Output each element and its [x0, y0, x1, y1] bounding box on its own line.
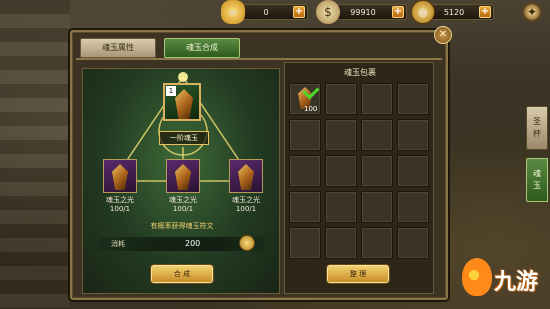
- bag-grid: 100: [289, 83, 431, 263]
- money-bag-icon: $: [316, 0, 340, 24]
- soul-jade-light-icon: [112, 164, 128, 190]
- bag-slot[interactable]: [361, 119, 393, 151]
- tab-soul-jade-synthesis[interactable]: 魂玉合成: [164, 38, 240, 58]
- jiuyou-watermark-logo: 九游: [462, 258, 548, 298]
- gold-ingot-icon: ▰: [221, 0, 245, 24]
- soul-jade-light-icon: [175, 164, 191, 190]
- bag-slot[interactable]: [397, 191, 429, 223]
- tab-soul-jade-attributes[interactable]: 魂玉属性: [80, 38, 156, 58]
- currency-coin: ● 5120 +: [411, 0, 494, 24]
- bag-slot[interactable]: [325, 155, 357, 187]
- bag-slot[interactable]: [361, 191, 393, 223]
- bag-slot[interactable]: [361, 155, 393, 187]
- soul-jade-panel: 魂玉属性 魂玉合成 ✕ 1 一阶魂玉 魂玉之光 100/1 魂玉之光 100/1…: [70, 26, 452, 300]
- sort-button[interactable]: 整 理: [327, 265, 389, 283]
- bag-slot[interactable]: [325, 119, 357, 151]
- material-name-1: 魂玉之光: [106, 196, 134, 204]
- watermark-text: 九游: [494, 270, 539, 295]
- coin-icon: ●: [411, 0, 435, 24]
- result-slot[interactable]: 1: [163, 83, 201, 121]
- result-tier-badge: 1: [166, 86, 176, 96]
- add-money-button[interactable]: +: [392, 6, 404, 18]
- bag-slot[interactable]: [325, 83, 357, 115]
- material-name-3: 魂玉之光: [232, 196, 260, 204]
- gear-icon[interactable]: ✦: [522, 2, 542, 22]
- material-name-2: 魂玉之光: [169, 196, 197, 204]
- bag-slot[interactable]: [397, 155, 429, 187]
- bag-slot[interactable]: [397, 119, 429, 151]
- bag-slot[interactable]: [397, 83, 429, 115]
- add-gold-ingot-button[interactable]: +: [293, 6, 305, 18]
- add-coin-button[interactable]: +: [479, 6, 491, 18]
- bag-slot[interactable]: [325, 191, 357, 223]
- result-name: 一阶魂玉: [159, 131, 209, 145]
- close-icon[interactable]: ✕: [434, 26, 452, 44]
- soul-jade-bag: 魂玉包裹 100 整 理: [284, 62, 434, 294]
- side-tab-label: 魂 玉: [533, 169, 541, 190]
- material-count-3: 100/1: [235, 205, 257, 213]
- side-tab-label: 圣 杯: [533, 117, 541, 138]
- bag-slot[interactable]: [361, 227, 393, 259]
- cost-value: 200: [185, 239, 201, 248]
- material-slot-3[interactable]: [229, 159, 263, 193]
- side-tab-holy-grail[interactable]: 圣 杯: [526, 106, 548, 150]
- material-count-2: 100/1: [172, 205, 194, 213]
- synthesis-hint: 有概率获得魂玉符文: [150, 222, 214, 230]
- side-tab-soul-jade[interactable]: 魂 玉: [526, 158, 548, 202]
- cost-label: 消耗: [111, 240, 125, 248]
- soul-jade-crystal-icon: [175, 89, 193, 119]
- bag-slot[interactable]: [289, 119, 321, 151]
- jiuyou-mascot-icon: [462, 258, 492, 296]
- bag-slot[interactable]: [325, 227, 357, 259]
- material-slot-2[interactable]: [166, 159, 200, 193]
- bag-slot[interactable]: [361, 83, 393, 115]
- cost-row: 消耗 200: [99, 235, 265, 251]
- bag-slot[interactable]: [289, 155, 321, 187]
- coin-icon: [239, 235, 255, 251]
- bag-slot[interactable]: [289, 227, 321, 259]
- material-slot-1[interactable]: [103, 159, 137, 193]
- bag-slot[interactable]: 100: [289, 83, 321, 115]
- compose-button[interactable]: 合 成: [151, 265, 213, 283]
- bag-title: 魂玉包裹: [344, 68, 376, 77]
- soul-jade-light-icon: [238, 164, 254, 190]
- bag-slot[interactable]: [397, 227, 429, 259]
- material-count-1: 100/1: [109, 205, 131, 213]
- currency-gold-ingot: ▰ 0 +: [221, 0, 308, 24]
- item-count: 100: [304, 105, 318, 113]
- tab-divider: [76, 58, 442, 60]
- currency-money-bag: $ 99910 +: [316, 0, 407, 24]
- bag-slot[interactable]: [289, 191, 321, 223]
- synthesis-area: 1 一阶魂玉 魂玉之光 100/1 魂玉之光 100/1 魂玉之光 100/1 …: [82, 68, 280, 294]
